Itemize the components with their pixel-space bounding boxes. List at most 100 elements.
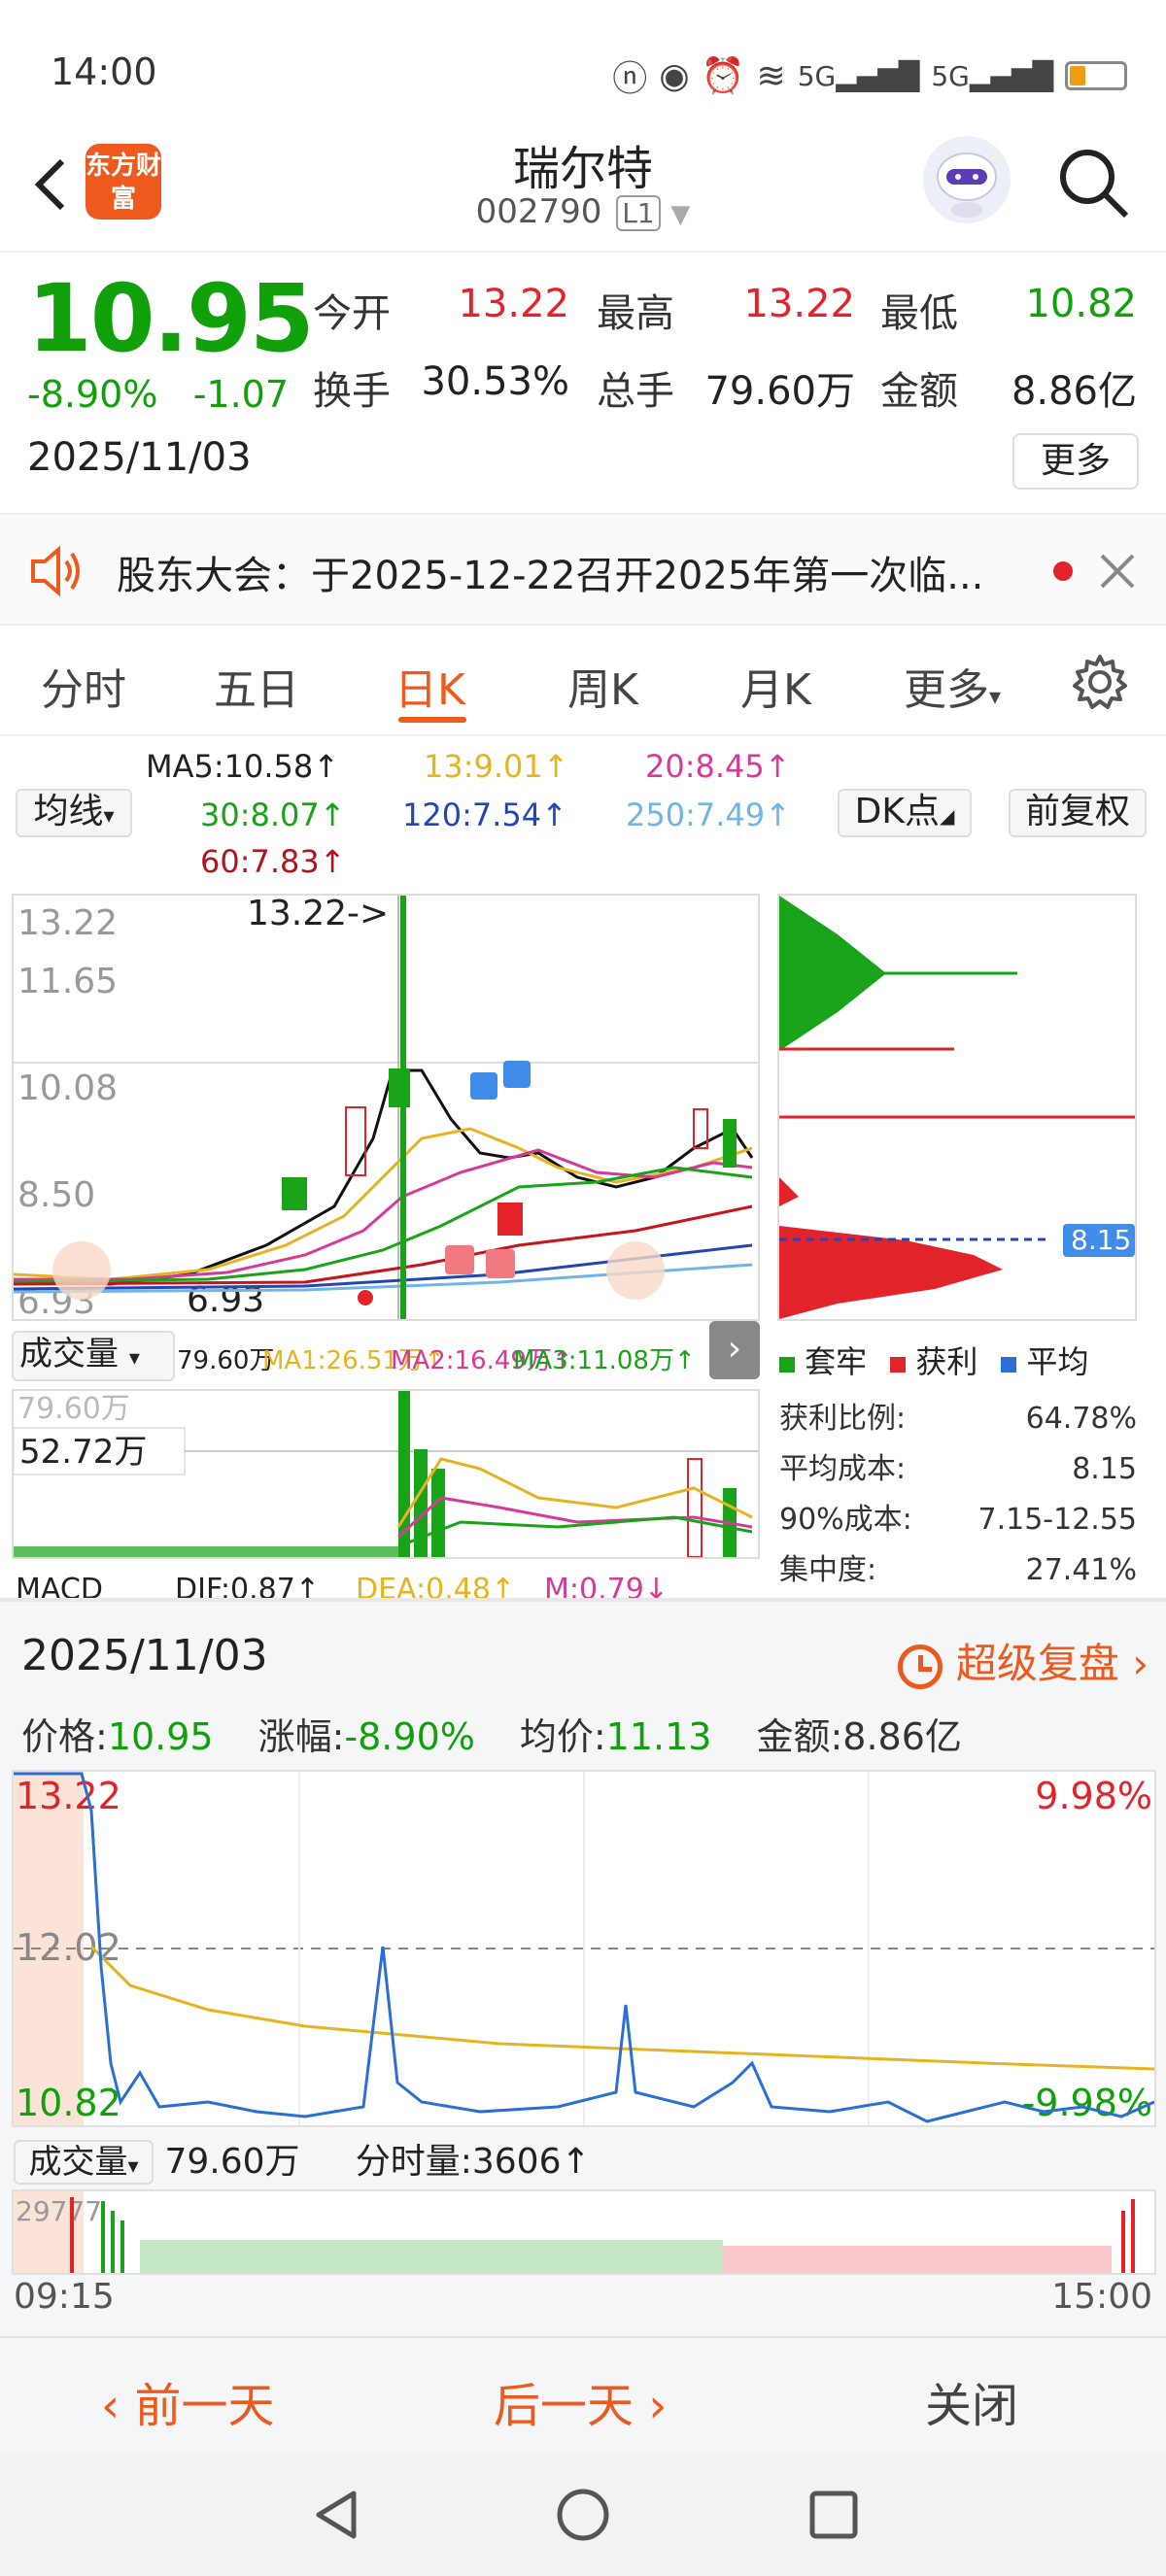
turnover-value: 30.53%: [421, 359, 569, 404]
ma-selector-label: 均线: [33, 792, 104, 831]
macd-m: M:0.79↓: [544, 1573, 669, 1598]
macd-selector[interactable]: MACD: [16, 1573, 103, 1598]
ma-selector[interactable]: 均线▾: [16, 789, 132, 837]
timeshare-volume-chart[interactable]: 29777: [12, 2189, 1156, 2275]
scroll-right-icon[interactable]: [606, 1241, 665, 1300]
volume-selector[interactable]: 成交量 ▾: [12, 1331, 175, 1381]
stock-code: 002790: [475, 192, 602, 231]
vol-bar: [687, 1458, 703, 1558]
tvol-bars-mid: [140, 2240, 723, 2273]
volume-chart[interactable]: 79.60万 52.72万: [12, 1389, 760, 1559]
chip-svg: 8.15: [779, 896, 1135, 1319]
tab-five-day[interactable]: 五日: [214, 655, 299, 717]
event-dot: [358, 1290, 373, 1305]
tab-more[interactable]: 更多▾: [904, 655, 1001, 717]
caret-down-icon: ▾: [127, 2154, 139, 2179]
unread-dot: [1053, 561, 1073, 581]
timeshare-chart[interactable]: 13.22 12.02 10.82 9.98% -9.98%: [12, 1770, 1156, 2127]
nfc-icon: ⓝ: [612, 59, 648, 99]
next-day-button[interactable]: 后一天 ›: [494, 2367, 667, 2435]
k-signal-9: [282, 1177, 307, 1210]
chip-stat-row: 集中度: 27.41%: [779, 1545, 1137, 1596]
k-y-4: 8.50: [17, 1175, 95, 1215]
chevron-left-icon: ‹: [101, 2379, 135, 2433]
chip-legend-average-label: 平均: [1026, 1343, 1089, 1380]
search-icon[interactable]: [1054, 144, 1132, 221]
system-nav-bar: [0, 2453, 1166, 2576]
chip-stat-value: 7.15-12.55: [977, 1503, 1137, 1537]
chip-legend: 套牢 获利 平均: [779, 1338, 1089, 1382]
volume-value: 79.60万: [177, 1346, 275, 1375]
stock-header: 东方财富 瑞尔特 002790 L1 ▼: [0, 117, 1166, 253]
history-clock-icon: [898, 1644, 943, 1689]
caret-down-icon: ▾: [103, 804, 115, 829]
sell-marker-s: [470, 1072, 497, 1100]
daily-k-chart[interactable]: 13.22 11.65 10.08 8.50 6.93 13.22-> 6.93…: [12, 894, 760, 1379]
tab-weekly-k[interactable]: 周K: [567, 655, 638, 717]
panel-amount-value: 8.86亿: [842, 1715, 962, 1758]
active-tab-indicator: [398, 717, 466, 723]
speaker-icon: [31, 545, 80, 597]
notice-bar[interactable]: 股东大会：于2025-12-22召开2025年第一次临...: [0, 513, 1166, 626]
volume-svg: 79.60万 52.72万: [13, 1391, 758, 1558]
ma-indicator-bar: 均线▾ MA5:10.58↑ 13:9.01↑ 20:8.45↑ 30:8.07…: [0, 738, 1166, 884]
tvol-selector[interactable]: 成交量▾: [14, 2140, 154, 2185]
close-button[interactable]: 关闭: [925, 2367, 1018, 2435]
tab-monthly-k[interactable]: 月K: [740, 655, 811, 717]
super-replay-label: 超级复盘: [955, 1640, 1119, 1687]
amount-value: 8.86亿: [1011, 369, 1137, 414]
assistant-robot-icon[interactable]: [923, 136, 1011, 223]
adjust-selector[interactable]: 前复权: [1009, 789, 1147, 837]
tvol-bar: [70, 2197, 74, 2273]
chevron-right-icon: ›: [1132, 1640, 1149, 1687]
panel-info-row: 价格:10.95 涨幅:-8.90% 均价:11.13 金额:8.86亿: [21, 1707, 962, 1760]
volume-selector-label: 成交量: [19, 1335, 119, 1373]
chip-legend-profit: 获利: [890, 1338, 977, 1382]
panel-amount: 金额:8.86亿: [756, 1707, 961, 1760]
close-icon[interactable]: [1098, 552, 1137, 591]
dk-point-label: DK点: [854, 792, 940, 831]
tvol-bar: [111, 2211, 115, 2273]
nav-home-icon[interactable]: [554, 2486, 612, 2544]
timeshare-svg: 13.22 12.02 10.82 9.98% -9.98%: [14, 1772, 1155, 2125]
buy-marker-b: [445, 1245, 474, 1274]
chip-stat-label: 集中度:: [779, 1553, 877, 1587]
prev-day-label: 前一天: [134, 2379, 275, 2433]
ma20-value: 20:8.45↑: [645, 748, 791, 785]
chip-stats: 获利比例: 64.78% 平均成本: 8.15 90%成本: 7.15-12.55 集…: [779, 1394, 1137, 1596]
ma5-value: MA5:10.58↑: [146, 748, 340, 785]
gear-icon[interactable]: [1071, 653, 1129, 711]
turnover-label: 换手: [313, 369, 391, 414]
panel-price: 价格:10.95: [21, 1707, 214, 1760]
tab-daily-k[interactable]: 日K: [394, 655, 465, 717]
tvol-bars-late: [723, 2246, 1112, 2273]
signal-icon-2: 5G▂▄▆█: [931, 59, 1053, 92]
caret-down-icon: ▾: [989, 683, 1002, 710]
nav-recents-icon[interactable]: [806, 2488, 861, 2542]
change-row: -8.90% -1.07: [27, 373, 289, 416]
wifi-icon: ≋: [756, 55, 786, 96]
eye-icon: ◉: [659, 55, 690, 96]
buy-marker-b-2: [486, 1249, 515, 1278]
prev-day-button[interactable]: ‹ 前一天: [101, 2367, 274, 2435]
more-button[interactable]: 更多: [1012, 433, 1139, 490]
t-y-bot: 10.82: [16, 2082, 121, 2124]
tvol-max: 29777: [16, 2195, 102, 2227]
panel-avg: 均价:11.13: [520, 1707, 712, 1760]
tab-timeshare[interactable]: 分时: [41, 655, 126, 717]
panel-amount-label: 金额:: [756, 1715, 843, 1758]
chip-stat-label: 90%成本:: [779, 1503, 912, 1537]
open-value: 13.22: [458, 282, 569, 326]
nav-back-icon[interactable]: [309, 2488, 363, 2542]
panel-change-label: 涨幅:: [257, 1715, 345, 1758]
quote-date: 2025/11/03: [27, 435, 252, 480]
k-candle: [345, 1106, 366, 1176]
t-pct-bot: -9.98%: [1022, 2082, 1152, 2124]
super-replay-link[interactable]: 超级复盘 ›: [898, 1631, 1149, 1690]
chip-stat-label: 获利比例:: [779, 1402, 907, 1436]
timeshare-volume-bar: 成交量▾ 79.60万 分时量:3606↑: [14, 2133, 591, 2185]
chip-distribution-chart[interactable]: 8.15: [777, 894, 1137, 1321]
scroll-left-icon[interactable]: [52, 1241, 111, 1300]
dk-point-selector[interactable]: DK点◢: [838, 789, 972, 837]
avg-price-line: [89, 1945, 1155, 2071]
